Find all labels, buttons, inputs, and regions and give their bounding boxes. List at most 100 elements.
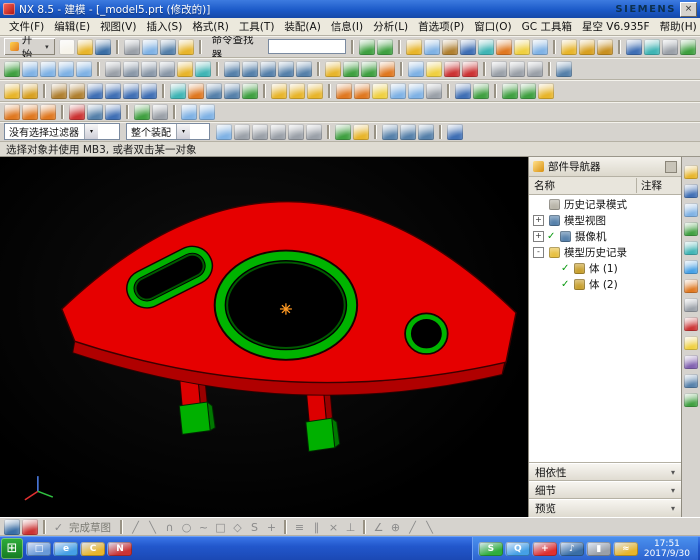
copy-icon[interactable]: [160, 39, 176, 55]
selection-scope-dropdown[interactable]: 整个装配 ▾: [126, 123, 210, 140]
face-analysis-icon[interactable]: [195, 61, 211, 77]
tree-item[interactable]: 历史记录模式: [529, 196, 681, 212]
trimetric-view-icon[interactable]: [296, 61, 312, 77]
reuse-library-icon[interactable]: [684, 222, 698, 236]
mirror-feature-icon[interactable]: [644, 39, 660, 55]
measure-distance-icon[interactable]: [502, 83, 518, 99]
tree-item[interactable]: ✓体 (1): [529, 260, 681, 276]
general-object-filter-icon[interactable]: [447, 124, 463, 140]
finish-sketch-icon[interactable]: ✓: [51, 519, 66, 535]
open-icon[interactable]: [77, 39, 93, 55]
point-icon[interactable]: +: [264, 519, 279, 535]
sogou-input-icon[interactable]: S: [478, 542, 503, 556]
datum-plane-icon[interactable]: [424, 39, 440, 55]
usb-icon[interactable]: ▮: [586, 542, 611, 556]
sketch-icon[interactable]: [406, 39, 422, 55]
intersection-curve-icon[interactable]: ×: [326, 519, 341, 535]
top-view-icon[interactable]: [242, 61, 258, 77]
section-view-icon[interactable]: [444, 61, 460, 77]
offset-region-icon[interactable]: [40, 104, 56, 120]
center-point-icon[interactable]: [270, 124, 286, 140]
menu-item[interactable]: 信息(I): [326, 19, 368, 34]
revolve-icon[interactable]: [460, 39, 476, 55]
hole-icon[interactable]: [478, 39, 494, 55]
studio-render-icon[interactable]: [177, 61, 193, 77]
process-studio-icon[interactable]: [684, 317, 698, 331]
nx-shortcut-icon[interactable]: N: [107, 542, 132, 556]
menu-item[interactable]: 插入(S): [141, 19, 187, 34]
synchronous-move-face-icon[interactable]: [4, 104, 20, 120]
face-filter-icon[interactable]: [382, 124, 398, 140]
column-name[interactable]: 名称: [529, 178, 637, 193]
sketch-curve-icon[interactable]: [22, 83, 38, 99]
checkbox-icon[interactable]: ✓: [561, 263, 572, 274]
edge-blend-icon[interactable]: [496, 39, 512, 55]
hole-feature-icon[interactable]: [170, 83, 186, 99]
arc-icon[interactable]: ∩: [162, 519, 177, 535]
mirror-curve-icon[interactable]: ∥: [309, 519, 324, 535]
menu-item[interactable]: 帮助(H): [655, 19, 700, 34]
revolve-feature-icon[interactable]: [69, 83, 85, 99]
isometric-view-icon[interactable]: [278, 61, 294, 77]
resize-blend-icon[interactable]: [87, 104, 103, 120]
menu-item[interactable]: 工具(T): [234, 19, 280, 34]
roles-icon[interactable]: [684, 355, 698, 369]
print-icon[interactable]: [124, 39, 140, 55]
security-icon[interactable]: +: [532, 542, 557, 556]
new-window-icon[interactable]: [491, 61, 507, 77]
layer-settings-icon[interactable]: [325, 61, 341, 77]
shell-icon[interactable]: [532, 39, 548, 55]
menu-item[interactable]: 星空 V6.935F: [577, 19, 655, 34]
unite-boolean-icon[interactable]: [271, 83, 287, 99]
navigator-section[interactable]: 相依性▾: [529, 463, 681, 481]
profile-icon[interactable]: ╱: [128, 519, 143, 535]
offset-curve-icon[interactable]: ≡: [292, 519, 307, 535]
extrude-feature-icon[interactable]: [51, 83, 67, 99]
studio-spline-icon[interactable]: S: [247, 519, 262, 535]
save-icon[interactable]: [95, 39, 111, 55]
extrude-icon[interactable]: [442, 39, 458, 55]
face-blend-icon[interactable]: [354, 83, 370, 99]
system-scenes-icon[interactable]: [684, 374, 698, 388]
shaded-with-edges-icon[interactable]: [123, 61, 139, 77]
quick-trim-icon[interactable]: ╱: [405, 519, 420, 535]
subtract-icon[interactable]: [579, 39, 595, 55]
block-icon[interactable]: [87, 83, 103, 99]
unite-icon[interactable]: [561, 39, 577, 55]
title-bar[interactable]: NX 8.5 - 建模 - [_model5.prt (修改的)] SIEMEN…: [0, 0, 700, 18]
intersection-point-icon[interactable]: [288, 124, 304, 140]
body-filter-icon[interactable]: [418, 124, 434, 140]
cut-icon[interactable]: [142, 39, 158, 55]
work-plane-icon[interactable]: [408, 61, 424, 77]
draft-icon[interactable]: [390, 83, 406, 99]
internet-explorer-icon[interactable]: [684, 260, 698, 274]
rectangle-icon[interactable]: □: [213, 519, 228, 535]
menu-item[interactable]: 装配(A): [279, 19, 325, 34]
pattern-feature-icon[interactable]: [626, 39, 642, 55]
history-palette-icon[interactable]: [684, 279, 698, 293]
delete-face-icon[interactable]: [69, 104, 85, 120]
graphics-viewport[interactable]: [0, 157, 528, 517]
expander-icon[interactable]: -: [533, 247, 544, 258]
top-level-selection-icon[interactable]: [353, 124, 369, 140]
redo-icon[interactable]: [377, 39, 393, 55]
intersect-icon[interactable]: [597, 39, 613, 55]
manufacturing-wizard-icon[interactable]: [684, 336, 698, 350]
measure-angle-icon[interactable]: [520, 83, 536, 99]
cone-icon[interactable]: [123, 83, 139, 99]
pull-face-icon[interactable]: [22, 104, 38, 120]
refresh-icon[interactable]: [4, 61, 20, 77]
menu-item[interactable]: 视图(V): [95, 19, 141, 34]
circle-icon[interactable]: ○: [179, 519, 194, 535]
dropdown-arrow-icon[interactable]: ▾: [176, 124, 190, 139]
menu-item[interactable]: 格式(R): [187, 19, 234, 34]
thread-icon[interactable]: [426, 83, 442, 99]
move-object-icon[interactable]: [473, 83, 489, 99]
constraint-navigator-icon[interactable]: [684, 184, 698, 198]
rotate-view-icon[interactable]: [76, 61, 92, 77]
show-and-hide-icon[interactable]: [343, 61, 359, 77]
help-icon[interactable]: [680, 39, 696, 55]
column-comment[interactable]: 注释: [637, 178, 681, 193]
expander-icon[interactable]: +: [533, 215, 544, 226]
navigator-column-header[interactable]: 名称 注释: [529, 177, 681, 195]
